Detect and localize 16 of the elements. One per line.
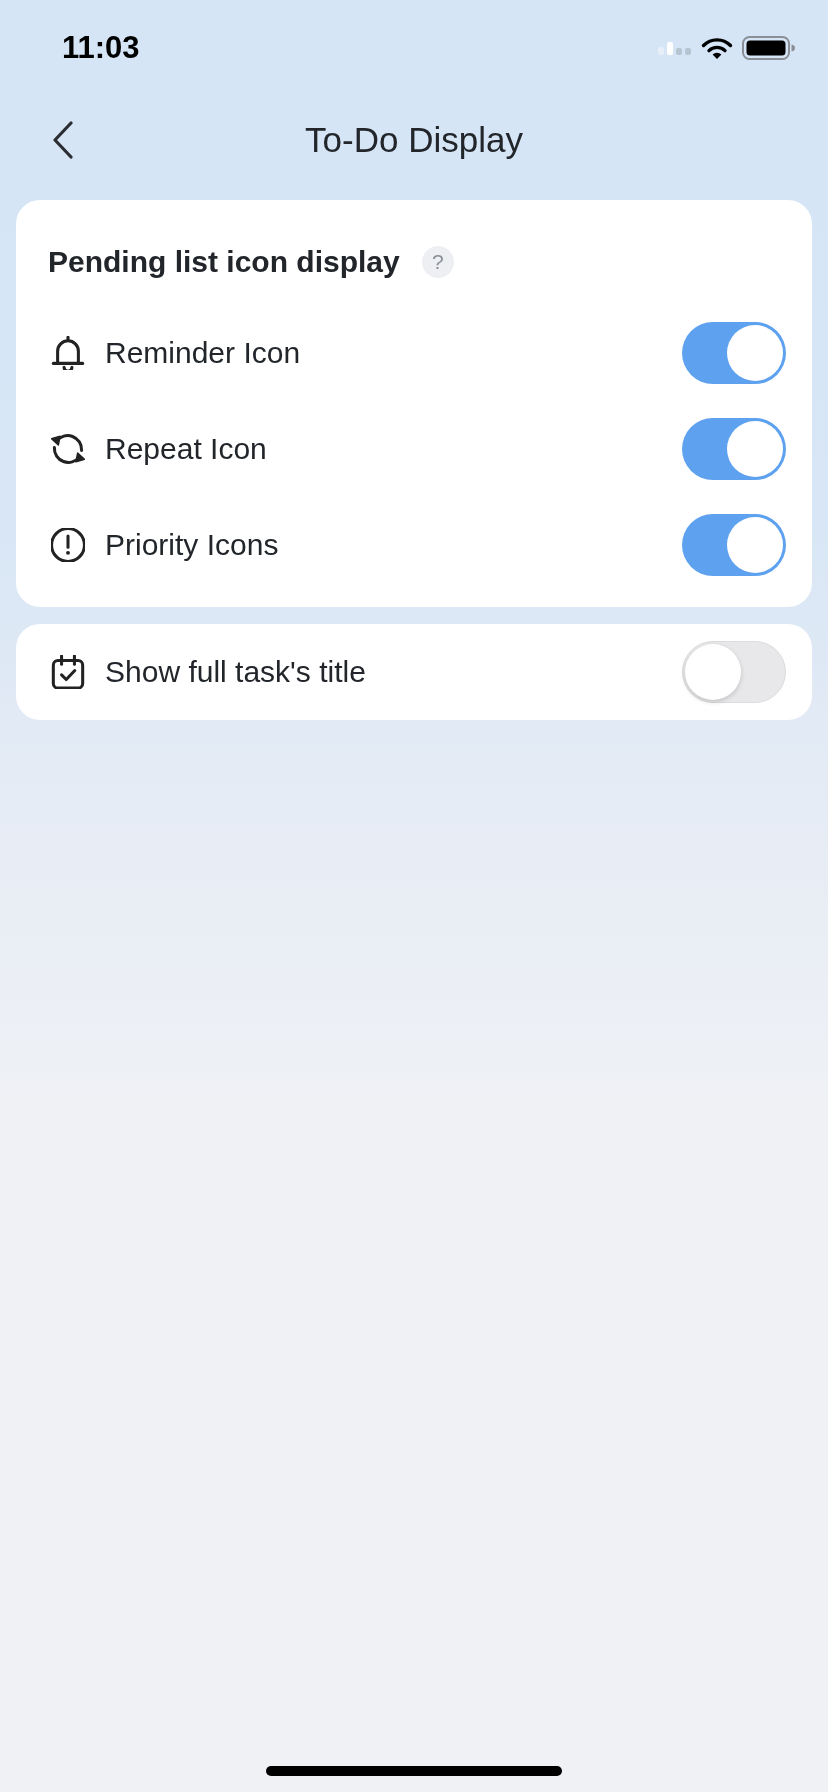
status-time: 11:03	[62, 30, 140, 66]
wifi-icon	[701, 36, 733, 60]
setting-label: Show full task's title	[105, 655, 366, 689]
signal-icon	[658, 41, 692, 55]
section-title: Pending list icon display	[48, 245, 400, 279]
help-button[interactable]: ?	[421, 246, 454, 278]
toggle-switch[interactable]	[682, 641, 786, 703]
battery-icon	[742, 36, 796, 60]
bell-icon	[51, 336, 85, 370]
calendar-check-icon	[51, 655, 85, 689]
page-title: To-Do Display	[305, 120, 523, 160]
chevron-left-icon	[52, 121, 74, 159]
setting-label: Reminder Icon	[105, 336, 301, 370]
repeat-icon	[51, 432, 85, 466]
setting-label: Repeat Icon	[105, 432, 267, 466]
setting-label: Priority Icons	[105, 528, 279, 562]
